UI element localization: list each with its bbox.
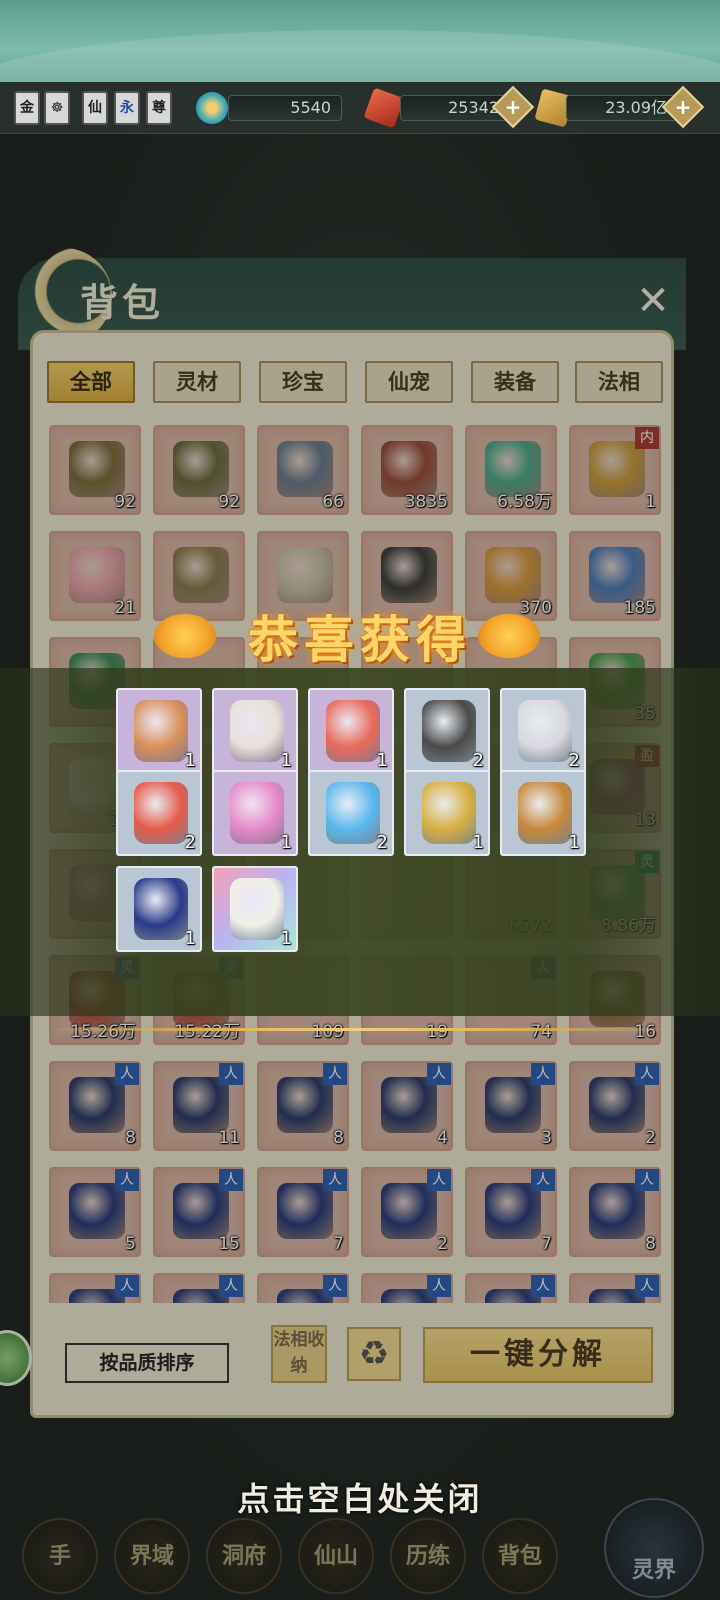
currency-bar: 金 ☸ 仙 永 尊 5540 25342 + 23.09亿 + <box>0 82 720 134</box>
reward-count: 1 <box>280 832 292 853</box>
plus-icon: + <box>504 95 522 119</box>
scroll-currency-value: 23.09亿 <box>566 95 678 121</box>
red-token-icon <box>363 87 405 129</box>
red-elixir-bottle-icon <box>134 782 188 844</box>
red-parasol-icon <box>326 700 380 762</box>
rank-badge-wheel[interactable]: ☸ <box>44 91 70 125</box>
add-token-button[interactable]: + <box>491 85 535 129</box>
top-banner <box>0 0 720 82</box>
reward-slot[interactable]: 1 <box>212 770 298 856</box>
jade-swirl-icon <box>196 92 228 124</box>
reward-slot[interactable]: 1 <box>308 688 394 774</box>
jade-currency-value: 5540 <box>228 95 342 121</box>
reward-count: 1 <box>568 832 580 853</box>
bagua-mirror-icon <box>422 700 476 762</box>
blue-crystal-icon <box>326 782 380 844</box>
reward-count: 1 <box>280 928 292 949</box>
gold-ring-icon <box>422 782 476 844</box>
reward-slot[interactable]: 1 <box>212 866 298 952</box>
rank-badge-honor[interactable]: 尊 <box>146 91 172 125</box>
reward-slot[interactable]: 1 <box>116 688 202 774</box>
rank-badge-immortal[interactable]: 仙 <box>82 91 108 125</box>
reward-count: 1 <box>280 750 292 771</box>
pink-elixir-flask-icon <box>230 782 284 844</box>
reward-count: 1 <box>472 832 484 853</box>
flower-fan-icon <box>230 700 284 762</box>
reward-slot[interactable]: 2 <box>404 688 490 774</box>
gold-divider <box>40 1028 680 1031</box>
reward-slot[interactable]: 2 <box>500 688 586 774</box>
reward-slot[interactable]: 1 <box>116 866 202 952</box>
reward-count: 2 <box>184 832 196 853</box>
reward-count: 2 <box>472 750 484 771</box>
reward-slot[interactable]: 1 <box>404 770 490 856</box>
reward-count: 1 <box>184 928 196 949</box>
plus-icon: + <box>674 95 692 119</box>
add-scroll-button[interactable]: + <box>661 85 705 129</box>
close-hint: 点击空白处关闭 <box>237 1480 483 1518</box>
hair-comb-icon <box>134 700 188 762</box>
rank-badge-eternal[interactable]: 永 <box>114 91 140 125</box>
reward-slot[interactable]: 1 <box>212 688 298 774</box>
reward-slot[interactable]: 2 <box>308 770 394 856</box>
painted-bottle-icon <box>230 878 284 940</box>
reward-count: 2 <box>376 832 388 853</box>
cloisonne-vase-icon <box>134 878 188 940</box>
reward-title: 恭喜获得 <box>248 610 472 669</box>
reward-slot[interactable]: 1 <box>500 770 586 856</box>
jade-hairpin-icon <box>518 782 572 844</box>
reward-count: 1 <box>376 750 388 771</box>
porcelain-horn-icon <box>518 700 572 762</box>
reward-count: 1 <box>184 750 196 771</box>
rank-badge-gold[interactable]: 金 <box>14 91 40 125</box>
reward-slot[interactable]: 2 <box>116 770 202 856</box>
reward-count: 2 <box>568 750 580 771</box>
